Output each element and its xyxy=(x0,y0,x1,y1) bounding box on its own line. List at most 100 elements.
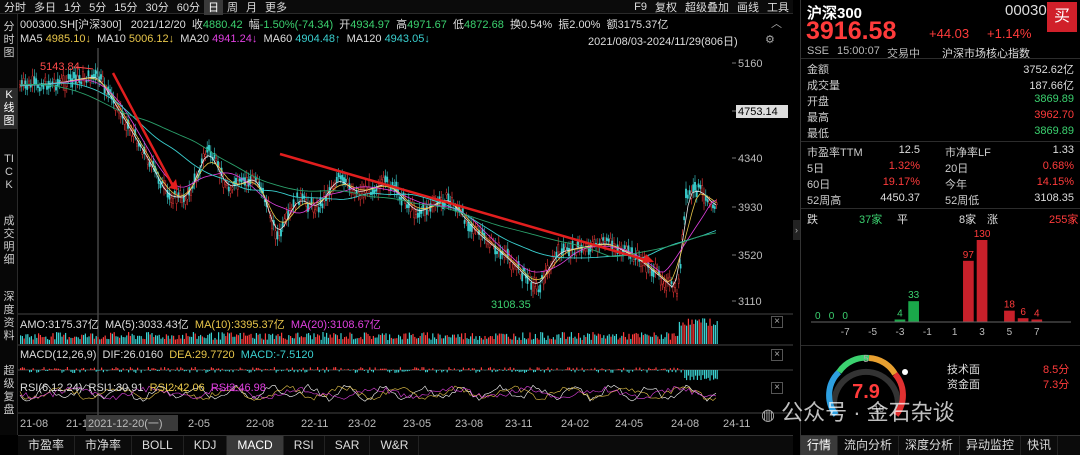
period-tab-1[interactable]: 多日 xyxy=(30,0,60,15)
macd-bar xyxy=(236,369,238,370)
volume-bar xyxy=(137,335,139,344)
period-tab-0[interactable]: 分时 xyxy=(0,0,30,15)
period-tab-7[interactable]: 日 xyxy=(204,0,223,15)
collapse-handle[interactable]: › xyxy=(793,220,800,240)
left-tab-1[interactable]: K线图 xyxy=(0,88,18,129)
period-tab-8[interactable]: 周 xyxy=(223,0,242,15)
candle-body xyxy=(337,172,340,178)
macd-bar xyxy=(380,368,382,370)
right-tab-2[interactable]: 深度分析 xyxy=(899,436,961,455)
volume-bar xyxy=(212,339,214,344)
macd-bar xyxy=(106,370,108,372)
macd-bar xyxy=(538,367,540,370)
volume-bar xyxy=(160,338,162,344)
left-tab-5[interactable]: 超级复盘 xyxy=(0,364,18,418)
volume-bar xyxy=(669,339,671,344)
period-tab-6[interactable]: 60分 xyxy=(173,0,204,15)
macd-bar xyxy=(259,368,261,370)
volume-bar xyxy=(540,332,542,344)
volume-bar xyxy=(81,334,83,344)
candle-body xyxy=(317,207,320,213)
settings-gear-icon[interactable]: ⚙ xyxy=(765,33,775,46)
macd-bar xyxy=(491,370,493,373)
right-tab-0[interactable]: 行情 xyxy=(801,436,839,455)
period-tab-4[interactable]: 15分 xyxy=(110,0,141,15)
right-tab-1[interactable]: 流向分析 xyxy=(838,436,900,455)
close-pane-icon[interactable]: × xyxy=(771,316,783,328)
volume-bar xyxy=(605,338,607,344)
volume-bar xyxy=(140,336,142,344)
tool-button-3[interactable]: 画线 xyxy=(733,0,763,15)
macd-bar xyxy=(605,370,607,372)
candle-body xyxy=(649,269,651,273)
close-pane-icon[interactable]: × xyxy=(771,382,783,394)
candle-body xyxy=(204,154,207,158)
volume-bar xyxy=(47,339,49,344)
indicator-tab-0[interactable]: 市盈率 xyxy=(18,436,76,455)
macd-bar xyxy=(695,370,697,376)
period-tab-10[interactable]: 更多 xyxy=(261,0,291,15)
volume-bar xyxy=(282,338,284,344)
macd-bar xyxy=(653,368,655,370)
tool-button-2[interactable]: 超级叠加 xyxy=(681,0,733,15)
macd-bar xyxy=(147,367,149,370)
macd-bar xyxy=(394,370,396,373)
volume-bar xyxy=(167,335,169,344)
right-tab-3[interactable]: 异动监控 xyxy=(960,436,1022,455)
indicator-tab-1[interactable]: 市净率 xyxy=(75,436,133,455)
period-tab-5[interactable]: 30分 xyxy=(142,0,173,15)
indicator-tab-5[interactable]: RSI xyxy=(284,436,325,455)
macd-bar xyxy=(180,367,182,370)
left-tab-4[interactable]: 深度资料 xyxy=(0,290,18,344)
volume-bar xyxy=(716,321,718,344)
divider xyxy=(801,58,1080,59)
indicator-tab-7[interactable]: W&R xyxy=(370,436,420,455)
volume-bar xyxy=(590,339,592,344)
left-tab-0[interactable]: 分时图 xyxy=(0,20,18,61)
macd-bar xyxy=(383,368,385,370)
left-tab-3[interactable]: 成交明细 xyxy=(0,214,18,268)
indicator-tab-2[interactable]: BOLL xyxy=(132,436,184,455)
volume-bar xyxy=(470,336,472,344)
volume-bar xyxy=(106,338,108,344)
volume-bar xyxy=(131,333,133,344)
fund-score: 7.3分 xyxy=(1043,379,1070,391)
macd-bar xyxy=(92,369,94,370)
high-value: 4971.67 xyxy=(407,19,447,31)
period-tab-9[interactable]: 月 xyxy=(242,0,261,15)
macd-bar xyxy=(369,367,371,370)
volume-bar xyxy=(205,338,207,344)
macd-bar xyxy=(565,369,567,370)
tool-button-1[interactable]: 复权 xyxy=(651,0,681,15)
volume-bar xyxy=(538,339,540,344)
candle-body xyxy=(94,69,97,78)
close-pane-icon[interactable]: × xyxy=(771,349,783,361)
indicator-tab-3[interactable]: KDJ xyxy=(184,436,228,455)
indicator-tab-4[interactable]: MACD xyxy=(227,436,284,455)
macd-bar xyxy=(497,370,499,372)
macd-bar xyxy=(448,367,450,370)
macd-bar xyxy=(693,370,695,380)
volume-bar xyxy=(104,335,106,344)
macd-bar xyxy=(677,368,679,370)
indicator-tab-6[interactable]: SAR xyxy=(325,436,371,455)
tool-button-4[interactable]: 工具 xyxy=(763,0,793,15)
macd-bar xyxy=(191,367,193,370)
period-tab-2[interactable]: 1分 xyxy=(60,0,85,15)
right-tab-4[interactable]: 快讯 xyxy=(1021,436,1059,455)
volume-bar xyxy=(500,333,502,344)
chevron-up-icon[interactable]: ︿ xyxy=(771,15,782,31)
volume-bar xyxy=(182,334,184,344)
stat-l1-1: 5日 xyxy=(807,163,825,175)
tool-button-0[interactable]: F9 xyxy=(630,1,651,13)
volume-bar xyxy=(266,339,268,344)
volume-bar xyxy=(374,337,376,344)
candle-body xyxy=(530,282,533,290)
macd-bar xyxy=(642,369,644,370)
buy-button[interactable]: 买 xyxy=(1047,2,1077,32)
period-tab-3[interactable]: 5分 xyxy=(85,0,110,15)
date-axis: 21-08 21-1 2021-12-20(一) 2-05 22-08 22-11 23-0… xyxy=(20,415,750,431)
left-tab-2[interactable]: TICK xyxy=(0,152,18,193)
kline-chart[interactable]: 5143.84 3108.35 5160 4753.14 4340 3930 3520 3… xyxy=(18,48,793,435)
macd-bar xyxy=(266,369,268,370)
